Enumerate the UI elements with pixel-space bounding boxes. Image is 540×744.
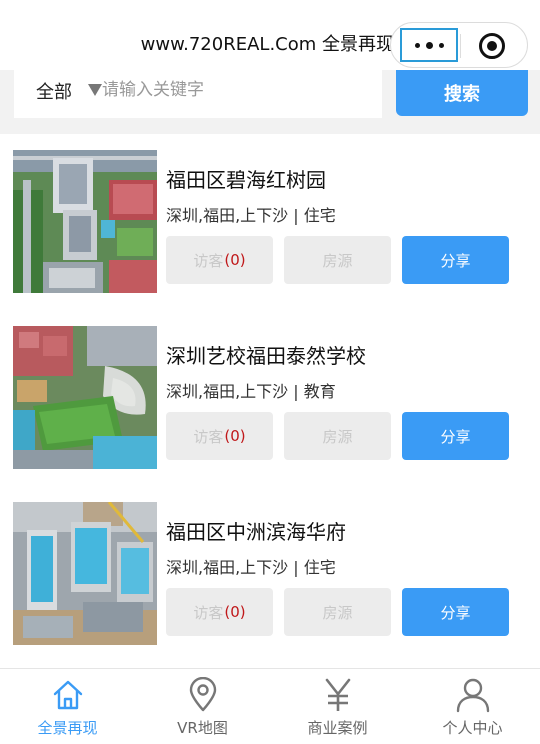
map-pin-icon (189, 677, 216, 712)
visitor-button[interactable]: 访客 (0) (166, 588, 273, 636)
search-button[interactable]: 搜索 (396, 70, 528, 116)
listing-button[interactable]: 房源 (284, 412, 391, 460)
list-item[interactable]: 福田区中洲滨海华府 深圳,福田,上下沙 | 住宅 访客 (0) 房源 分享 (0, 486, 540, 662)
capsule-divider (460, 34, 461, 58)
listing-title[interactable]: 福田区碧海红树园 (166, 164, 326, 193)
tab-label: VR地图 (177, 719, 228, 737)
tab-panorama[interactable]: 全景再现 (0, 669, 135, 744)
share-button[interactable]: 分享 (402, 236, 509, 284)
visitor-count: (0) (224, 251, 246, 269)
user-icon (456, 678, 489, 713)
more-dot-icon (438, 42, 444, 48)
close-target-icon[interactable] (479, 33, 505, 59)
list-item[interactable]: 深圳艺校福田泰然学校 深圳,福田,上下沙 | 教育 访客 (0) 房源 分享 (0, 310, 540, 486)
visitor-count: (0) (224, 427, 246, 445)
tab-profile[interactable]: 个人中心 (405, 669, 540, 744)
listing-thumbnail[interactable] (13, 150, 157, 293)
caret-down-icon[interactable] (88, 84, 102, 96)
visitor-button[interactable]: 访客 (0) (166, 412, 273, 460)
listing-title[interactable]: 深圳艺校福田泰然学校 (166, 340, 366, 369)
tab-business-cases[interactable]: 商业案例 (270, 669, 405, 744)
more-dot-icon (425, 41, 433, 49)
visitor-label: 访客 (193, 427, 224, 446)
tab-bar: 全景再现 VR地图 商业案例 个人中心 (0, 668, 540, 744)
listing-meta: 深圳,福田,上下沙 | 住宅 (166, 558, 336, 577)
tab-label: 全景再现 (37, 719, 98, 737)
visitor-label: 访客 (193, 251, 224, 270)
share-button[interactable]: 分享 (402, 588, 509, 636)
search-input[interactable] (102, 72, 372, 108)
tab-vr-map[interactable]: VR地图 (135, 669, 270, 744)
list-item[interactable]: 福田区碧海红树园 深圳,福田,上下沙 | 住宅 访客 (0) 房源 分享 (0, 134, 540, 310)
category-dropdown[interactable]: 全部 (36, 78, 72, 104)
more-dot-icon (414, 42, 420, 48)
tab-label: 商业案例 (307, 719, 368, 737)
yen-icon (325, 678, 350, 711)
listing-title[interactable]: 福田区中洲滨海华府 (166, 516, 346, 545)
listing-button[interactable]: 房源 (284, 236, 391, 284)
visitor-button[interactable]: 访客 (0) (166, 236, 273, 284)
home-icon (53, 680, 82, 710)
share-button[interactable]: 分享 (402, 412, 509, 460)
more-options-button[interactable] (400, 28, 458, 62)
listing-thumbnail[interactable] (13, 326, 157, 469)
search-box: 全部 (14, 70, 382, 118)
listing-meta: 深圳,福田,上下沙 | 教育 (166, 382, 336, 401)
search-area: 全部 搜索 (0, 70, 540, 134)
visitor-count: (0) (224, 603, 246, 621)
miniprogram-capsule (390, 22, 528, 68)
title-bar: www.720REAL.Com 全景再现 (0, 0, 540, 70)
listing-list: 福田区碧海红树园 深圳,福田,上下沙 | 住宅 访客 (0) 房源 分享 深圳艺… (0, 134, 540, 662)
listing-thumbnail[interactable] (13, 502, 157, 645)
listing-meta: 深圳,福田,上下沙 | 住宅 (166, 206, 336, 225)
app-title: www.720REAL.Com 全景再现 (140, 34, 394, 55)
tab-label: 个人中心 (442, 719, 503, 737)
listing-button[interactable]: 房源 (284, 588, 391, 636)
visitor-label: 访客 (193, 603, 224, 622)
